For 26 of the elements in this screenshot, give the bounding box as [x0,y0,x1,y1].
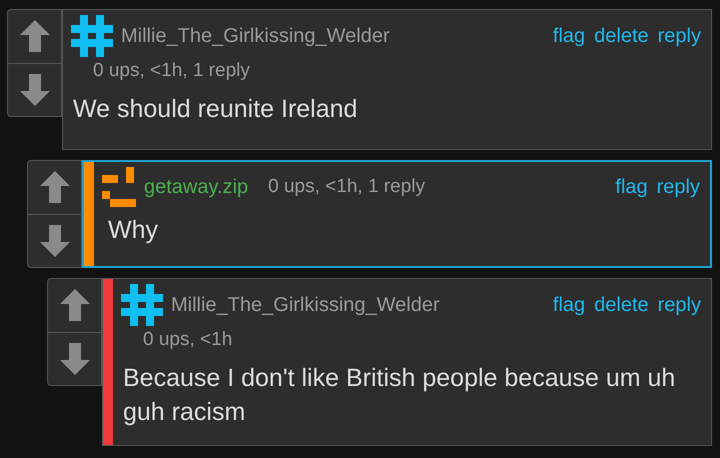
down-arrow-icon [60,342,90,375]
up-arrow-icon [20,20,50,52]
comment-meta: 0 ups, <1h, 1 reply [92,59,251,83]
username-link[interactable]: getaway.zip [144,172,248,202]
comment-text: We should reunite Ireland [72,94,358,124]
hash-icon [71,15,113,57]
action-link[interactable]: delete [594,290,649,320]
hash-icon [121,284,163,326]
comment-meta: 0 ups, <1h [142,328,234,352]
pixel-icon [102,167,136,207]
down-arrow-icon [40,224,70,257]
up-arrow-icon [40,171,70,204]
action-link[interactable]: reply [658,290,701,320]
down-arrow-icon [20,74,50,106]
comment-text: Because I don't like British people because um uh guh racism [122,362,676,428]
action-link[interactable]: reply [658,21,701,51]
action-link[interactable]: flag [615,172,648,202]
comment-meta: 0 ups, <1h, 1 reply [268,174,425,199]
action-link[interactable]: flag [552,21,586,51]
comment-text: Why [107,215,159,246]
action-link[interactable]: reply [656,172,700,202]
action-link[interactable]: delete [594,21,649,51]
username-link[interactable]: Millie_The_Girlkissing_Welder [171,290,440,320]
up-arrow-icon [60,289,90,322]
username-link[interactable]: Millie_The_Girlkissing_Welder [121,21,390,51]
action-link[interactable]: flag [552,290,586,320]
